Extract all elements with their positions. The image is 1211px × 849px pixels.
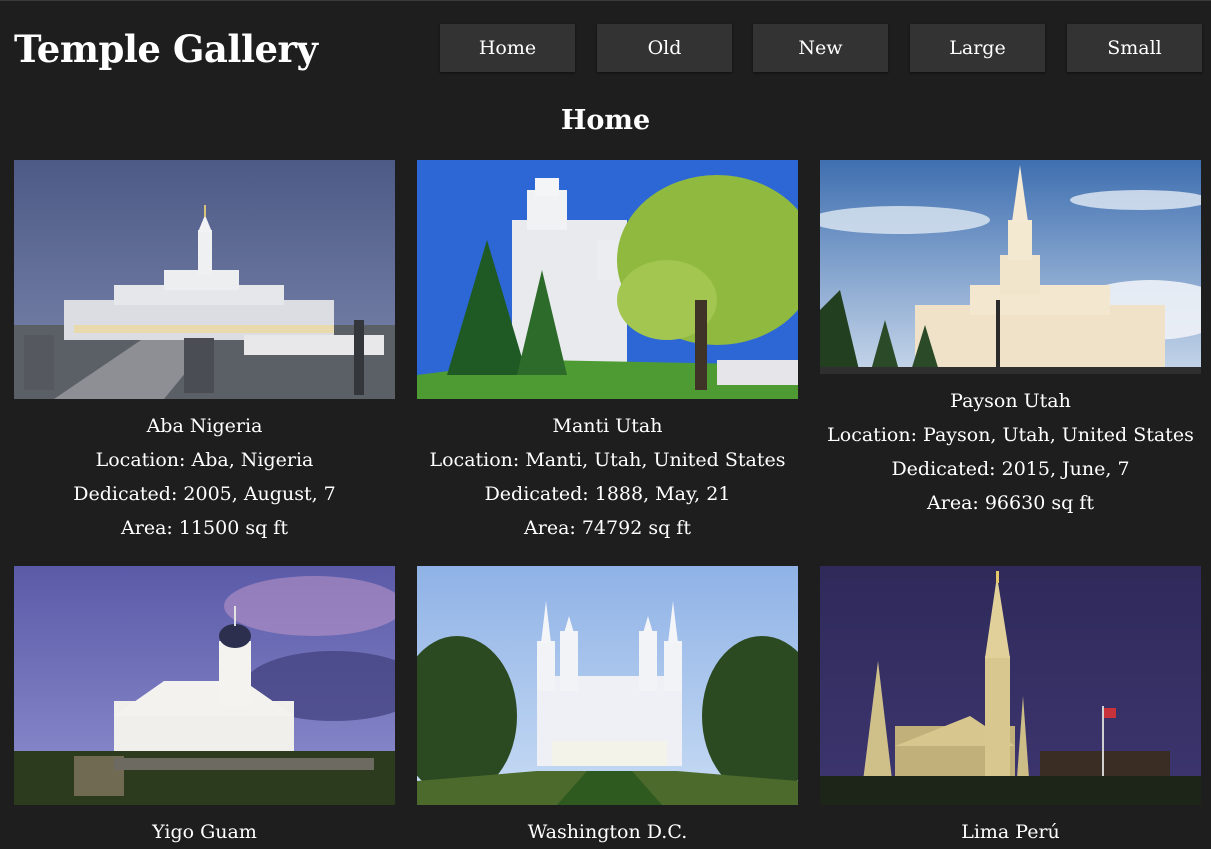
nav-large-button[interactable]: Large bbox=[910, 24, 1045, 72]
temple-area: Area: 11500 sq ft bbox=[121, 517, 288, 539]
temple-card-payson-utah: Payson Utah Location: Payson, Utah, Unit… bbox=[820, 160, 1201, 520]
temple-dedicated: Dedicated: 2015, June, 7 bbox=[891, 458, 1130, 480]
temple-card-yigo-guam: Yigo Guam bbox=[14, 566, 395, 849]
nav-old-button[interactable]: Old bbox=[597, 24, 732, 72]
temple-location: Location: Payson, Utah, United States bbox=[827, 424, 1194, 446]
page-heading: Home bbox=[560, 105, 651, 136]
temple-card-aba-nigeria: Aba Nigeria Location: Aba, Nigeria Dedic… bbox=[14, 160, 395, 545]
nav-new-button[interactable]: New bbox=[753, 24, 888, 72]
temple-name: Washington D.C. bbox=[527, 821, 688, 843]
temple-area: Area: 74792 sq ft bbox=[524, 517, 691, 539]
temple-photo-yigo-guam bbox=[14, 566, 395, 805]
temple-area: Area: 96630 sq ft bbox=[927, 492, 1094, 514]
temple-dedicated: Dedicated: 1888, May, 21 bbox=[484, 483, 731, 505]
nav-home-button[interactable]: Home bbox=[440, 24, 575, 72]
temple-card-washington-dc: Washington D.C. bbox=[417, 566, 798, 849]
temple-card-lima-peru: Lima Perú bbox=[820, 566, 1201, 849]
site-header: Temple Gallery Home Old New Large Small bbox=[0, 0, 1211, 96]
nav-small-button[interactable]: Small bbox=[1067, 24, 1202, 72]
temple-name: Yigo Guam bbox=[152, 821, 257, 843]
temple-photo-lima-peru bbox=[820, 566, 1201, 805]
temple-location: Location: Manti, Utah, United States bbox=[429, 449, 786, 471]
temple-photo-manti-utah bbox=[417, 160, 798, 399]
temple-photo-washington-dc bbox=[417, 566, 798, 805]
temple-name: Aba Nigeria bbox=[146, 415, 263, 437]
temple-location: Location: Aba, Nigeria bbox=[95, 449, 314, 471]
temple-dedicated: Dedicated: 2005, August, 7 bbox=[73, 483, 336, 505]
temple-name: Manti Utah bbox=[552, 415, 663, 437]
temple-name: Lima Perú bbox=[961, 821, 1060, 843]
temple-card-manti-utah: Manti Utah Location: Manti, Utah, United… bbox=[417, 160, 798, 545]
temple-photo-payson-utah bbox=[820, 160, 1201, 374]
site-title: Temple Gallery bbox=[14, 27, 318, 71]
temple-photo-aba-nigeria bbox=[14, 160, 395, 399]
temple-name: Payson Utah bbox=[950, 390, 1071, 412]
